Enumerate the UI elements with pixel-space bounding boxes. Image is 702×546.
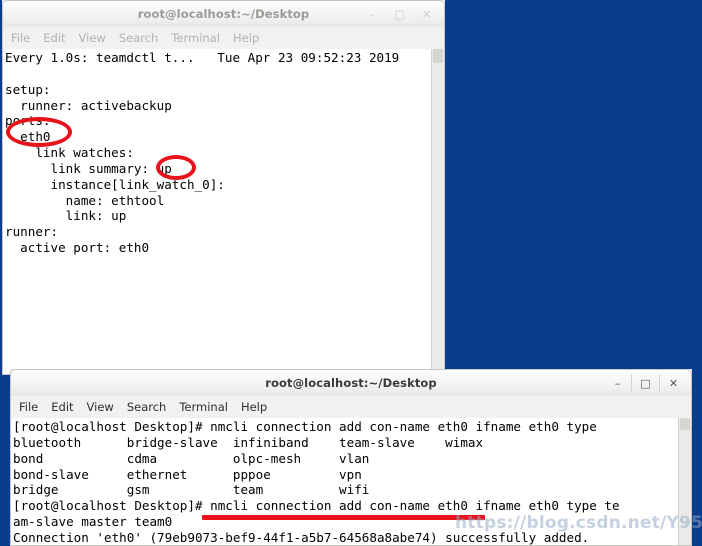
window1-terminal-output: Every 1.0s: teamdctl t... Tue Apr 23 09:… [5,50,400,256]
terminal-window-1[interactable]: root@localhost:~/Desktop – □ ✕ File Edit… [2,0,445,375]
minimize-icon[interactable]: – [359,5,386,24]
window1-window-controls[interactable]: – □ ✕ [359,1,440,27]
menu-item-view[interactable]: View [87,400,114,414]
close-icon[interactable]: ✕ [659,373,687,393]
window2-titlebar[interactable]: root@localhost:~/Desktop – □ ✕ [10,369,692,396]
menu-item-file[interactable]: File [19,400,38,414]
menu-item-search[interactable]: Search [127,400,167,414]
menu-item-help[interactable]: Help [233,31,259,45]
menu-item-file[interactable]: File [11,31,30,45]
maximize-icon[interactable]: □ [631,373,659,393]
window1-titlebar[interactable]: root@localhost:~/Desktop – □ ✕ [2,0,445,27]
close-icon[interactable]: ✕ [413,5,440,24]
window2-window-controls[interactable]: – □ ✕ [604,370,687,396]
window1-terminal-area[interactable]: Every 1.0s: teamdctl t... Tue Apr 23 09:… [2,49,445,375]
menu-item-terminal[interactable]: Terminal [179,400,228,414]
window1-menubar[interactable]: File Edit View Search Terminal Help [2,27,445,49]
minimize-icon[interactable]: – [604,374,631,393]
window1-scroll-thumb[interactable] [433,49,443,63]
window2-scroll-thumb[interactable] [680,418,690,430]
menu-item-terminal[interactable]: Terminal [171,31,220,45]
window2-terminal-output: [root@localhost Desktop]# nmcli connecti… [13,419,620,545]
menu-item-view[interactable]: View [79,31,106,45]
menu-item-edit[interactable]: Edit [51,400,73,414]
window2-terminal-area[interactable]: [root@localhost Desktop]# nmcli connecti… [10,418,692,546]
menu-item-help[interactable]: Help [241,400,267,414]
window1-scrollbar[interactable] [431,49,444,374]
terminal-window-2[interactable]: root@localhost:~/Desktop – □ ✕ File Edit… [10,369,692,546]
menu-item-edit[interactable]: Edit [43,31,65,45]
window2-title: root@localhost:~/Desktop [265,376,437,390]
window2-scrollbar[interactable] [678,418,691,545]
maximize-icon[interactable]: □ [386,5,413,24]
menu-item-search[interactable]: Search [119,31,159,45]
window1-title: root@localhost:~/Desktop [137,7,310,21]
window2-menubar[interactable]: File Edit View Search Terminal Help [10,396,692,418]
